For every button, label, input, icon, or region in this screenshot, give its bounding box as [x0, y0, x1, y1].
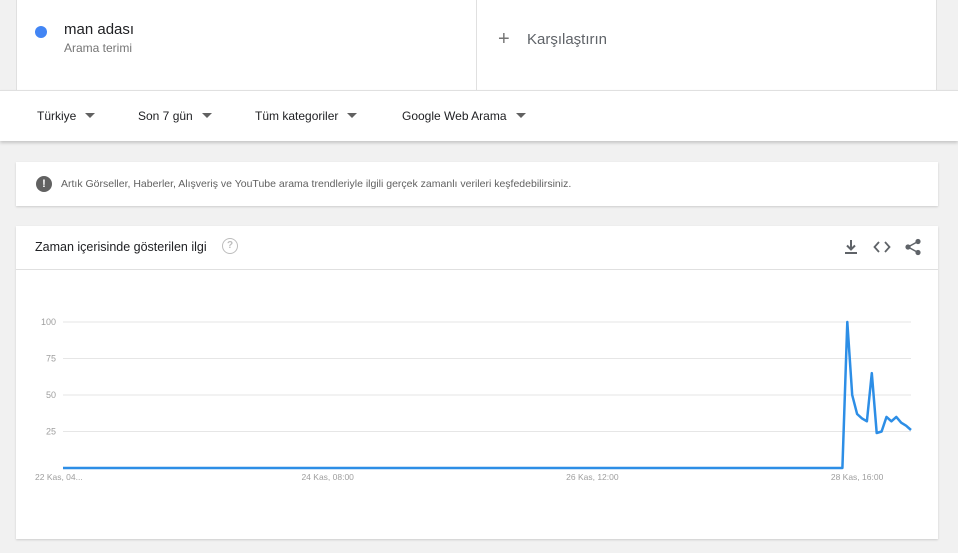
- region-filter-label: Türkiye: [37, 109, 77, 123]
- chevron-down-icon: [201, 113, 212, 119]
- info-icon: !: [36, 176, 52, 192]
- search-type-filter-label: Google Web Arama: [402, 109, 507, 123]
- time-filter[interactable]: Son 7 gün: [138, 109, 212, 123]
- chart-grid: [63, 321, 911, 432]
- plus-icon[interactable]: +: [498, 29, 510, 49]
- term-divider: [476, 0, 477, 90]
- x-tick-label: 24 Kas, 08:00: [301, 472, 354, 482]
- term-color-dot: [35, 26, 47, 38]
- y-tick-label: 75: [46, 354, 56, 364]
- category-filter[interactable]: Tüm kategoriler: [255, 109, 358, 123]
- search-type-filter[interactable]: Google Web Arama: [402, 109, 526, 123]
- y-axis-ticks: 25 50 75 100: [41, 317, 56, 437]
- x-tick-label: 28 Kas, 16:00: [831, 472, 884, 482]
- line-chart: 25 50 75 100 22 Kas, 04... 24 Kas, 08:00 26 K…: [35, 317, 912, 482]
- chart-title: Zaman içerisinde gösterilen ilgi: [35, 240, 207, 254]
- compare-button[interactable]: Karşılaştırın: [527, 31, 607, 48]
- time-filter-label: Son 7 gün: [138, 109, 193, 123]
- download-icon[interactable]: [841, 237, 861, 257]
- filter-bar: Türkiye Son 7 gün Tüm kategoriler Google…: [0, 90, 958, 141]
- chart-header: Zaman içerisinde gösterilen ilgi ?: [16, 226, 938, 270]
- category-filter-label: Tüm kategoriler: [255, 109, 339, 123]
- info-banner: ! Artık Görseller, Haberler, Alışveriş v…: [16, 162, 938, 206]
- x-tick-label: 22 Kas, 04...: [35, 472, 83, 482]
- chevron-down-icon: [515, 113, 526, 119]
- help-icon[interactable]: ?: [222, 238, 238, 254]
- y-tick-label: 25: [46, 427, 56, 437]
- share-icon[interactable]: [903, 237, 923, 257]
- y-tick-label: 50: [46, 390, 56, 400]
- y-tick-label: 100: [41, 317, 56, 327]
- chevron-down-icon: [347, 113, 358, 119]
- embed-code-icon[interactable]: [872, 237, 892, 257]
- chevron-down-icon: [85, 113, 96, 119]
- x-tick-label: 26 Kas, 12:00: [566, 472, 619, 482]
- search-term-subtitle: Arama terimi: [64, 41, 133, 55]
- search-term-name[interactable]: man adası: [64, 21, 134, 38]
- search-term-bar: man adası Arama terimi + Karşılaştırın: [0, 0, 958, 90]
- region-filter[interactable]: Türkiye: [37, 109, 96, 123]
- x-axis-ticks: 22 Kas, 04... 24 Kas, 08:00 26 Kas, 12:00 2…: [35, 472, 884, 482]
- interest-over-time-card: Zaman içerisinde gösterilen ilgi ? 25 50 7…: [16, 226, 938, 539]
- banner-text: Artık Görseller, Haberler, Alışveriş ve …: [61, 178, 572, 190]
